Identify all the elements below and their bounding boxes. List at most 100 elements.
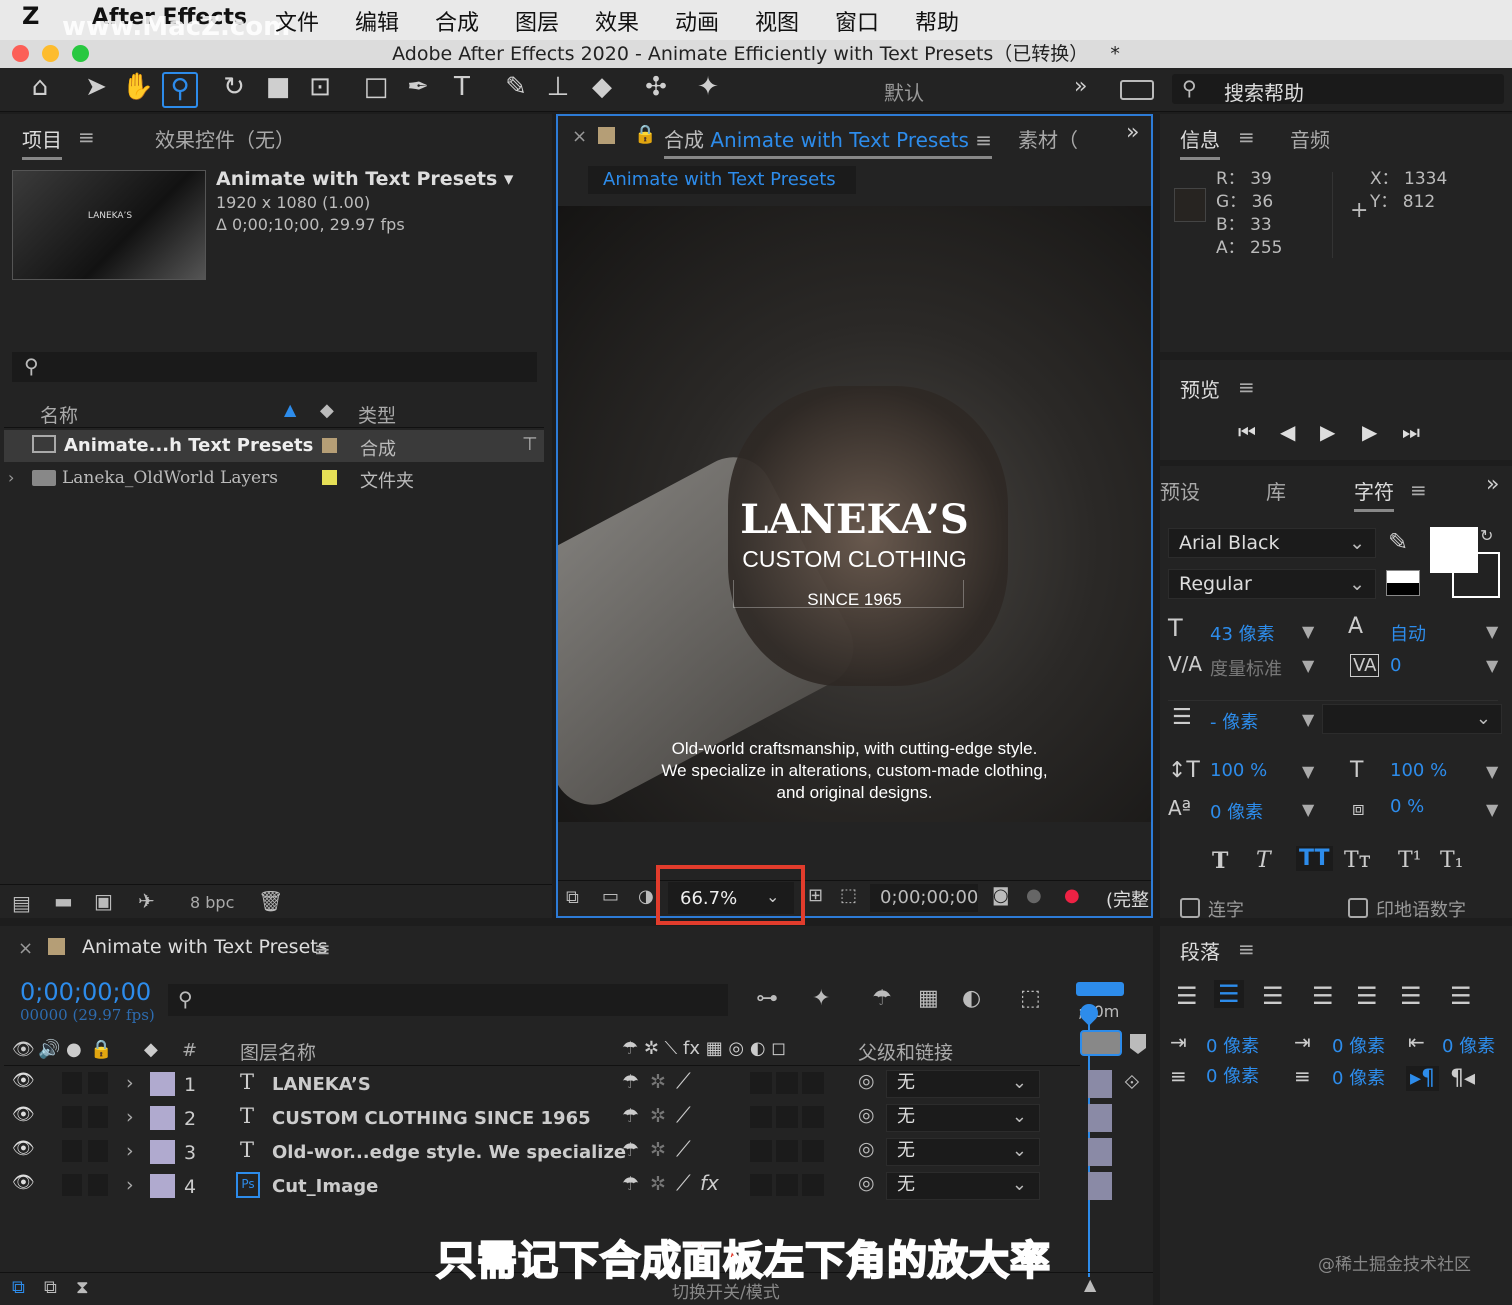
layer-switches-icon[interactable]: ⧉ [12,1277,25,1298]
indent-first-line-value[interactable]: 0 像素 [1332,1032,1385,1058]
parent-dropdown[interactable]: 无 ⌄ [886,1138,1040,1166]
show-snapshot-icon[interactable]: ● [1026,885,1042,906]
ltr-direction-icon[interactable]: ▸¶ [1406,1066,1440,1091]
label-color-swatch[interactable] [322,438,337,453]
rotate-tool-icon[interactable]: ↻ [216,72,252,102]
paragraph-menu-icon[interactable]: ≡ [1238,937,1255,961]
chevron-right-icon[interactable]: › [126,1106,134,1128]
layer-duration-bar[interactable] [1088,1138,1112,1166]
collapse-switch-icon[interactable]: ✲ [650,1173,666,1195]
interpret-footage-icon[interactable]: ▤ [12,891,31,915]
close-tab-icon[interactable]: × [572,126,587,147]
label-color-swatch[interactable] [322,470,337,485]
previous-frame-icon[interactable]: ◀ [1280,420,1295,444]
workspace-overflow-icon[interactable]: » [1074,74,1087,99]
tab-audio[interactable]: 音频 [1290,124,1330,153]
mask-visibility-icon[interactable]: ◑ [638,886,654,907]
timeline-current-time[interactable]: 0;00;00;00 [20,978,151,1006]
quality-switch-icon[interactable]: ⟋ [676,1103,691,1128]
justify-right-icon[interactable]: ☰ [1400,982,1422,1010]
selection-tool-icon[interactable]: ➤ [78,72,114,102]
work-area-bar[interactable] [1076,982,1124,996]
pan-behind-tool-icon[interactable]: ⊡ [302,72,338,102]
menu-edit[interactable]: 编辑 [355,5,399,37]
small-caps-button[interactable]: Tт [1344,848,1371,873]
first-frame-icon[interactable]: ⏮ [1238,420,1256,444]
tab-libraries[interactable]: 库 [1266,476,1286,505]
panel-overflow-icon[interactable]: » [1486,472,1499,497]
project-item-comp[interactable]: Animate...h Text Presets 合成 ⊤ [4,430,544,462]
menu-composition[interactable]: 合成 [435,5,479,37]
project-settings-icon[interactable]: ✈ [138,889,155,913]
3d-layer-switch[interactable] [802,1072,824,1094]
pen-tool-icon[interactable]: ✒ [400,72,436,102]
justify-all-icon[interactable]: ☰ [1450,982,1472,1010]
column-name[interactable]: 名称 [40,401,78,428]
workspace-settings-icon[interactable] [1120,80,1154,100]
layer-duration-bar[interactable] [1088,1104,1112,1132]
swap-colors-icon[interactable]: ↻ [1480,526,1493,545]
camera-tool-icon[interactable]: ■ [260,72,296,102]
lock-toggle[interactable] [88,1174,108,1196]
timeline-search-input[interactable]: ⚲ [168,984,728,1016]
font-style-dropdown[interactable]: Regular ⌄ [1168,569,1376,599]
parent-dropdown[interactable]: 无 ⌄ [886,1172,1040,1200]
home-icon[interactable]: ⌂ [22,72,58,102]
chevron-down-icon[interactable]: ▼ [1486,762,1498,781]
label-column-icon[interactable]: ◆ [144,1039,158,1060]
space-after-value[interactable]: 0 像素 [1332,1064,1385,1090]
character-menu-icon[interactable]: ≡ [1410,478,1427,502]
camera-snapshot-icon[interactable]: ◙ [992,885,1009,906]
timeline-layer-row[interactable]: 👁 › 4 Ps Cut_Image ☂ ✲ ⟋ fx ◎ 无 ⌄ [0,1170,1112,1204]
panel-overflow-icon[interactable]: » [1126,120,1139,145]
eye-icon[interactable]: 👁 [12,1172,35,1193]
minimize-window-button[interactable] [42,45,59,62]
transfer-controls-icon[interactable]: ⧉ [44,1277,57,1298]
kerning-value[interactable]: 度量标准 [1210,655,1282,681]
stretch-controls-icon[interactable]: ⧗ [76,1277,89,1298]
frame-blend-switch[interactable] [750,1140,772,1162]
layer-duration-bar[interactable] [1088,1172,1112,1200]
pick-whip-icon[interactable]: ◎ [858,1172,875,1194]
solo-toggle[interactable] [62,1140,82,1162]
lock-toggle[interactable] [88,1140,108,1162]
layer-name-column[interactable]: 图层名称 [240,1038,316,1065]
chevron-right-icon[interactable]: › [126,1174,134,1196]
brush-tool-icon[interactable]: ✎ [498,72,534,102]
project-search-input[interactable]: ⚲ [12,352,537,382]
roto-brush-tool-icon[interactable]: ✣ [638,72,674,102]
shy-switch-icon[interactable]: ☂ [622,1139,639,1161]
new-folder-icon[interactable]: ▬ [54,889,73,913]
eyedropper-icon[interactable]: ✎ [1388,528,1408,556]
time-navigator[interactable] [1080,1030,1122,1056]
flowchart-icon[interactable]: ⊤ [522,434,538,455]
timeline-layer-row[interactable]: 👁 › 3 T Old-wor...edge style. We specialize ☂… [0,1136,1112,1170]
eye-icon[interactable]: 👁 [12,1070,35,1091]
layer-name[interactable]: CUSTOM CLOTHING SINCE 1965 [272,1108,591,1129]
zoom-window-button[interactable] [72,45,89,62]
tab-footage[interactable]: 素材（ [1018,124,1078,153]
leading-value[interactable]: 自动 [1390,620,1426,646]
label-color-swatch[interactable] [150,1072,175,1096]
comp-viewer[interactable]: LANEKA’S CUSTOM CLOTHING SINCE 1965 Old-… [558,206,1151,822]
parent-link-column[interactable]: 父级和链接 [858,1038,953,1065]
font-size-value[interactable]: 43 像素 [1210,620,1275,646]
preview-menu-icon[interactable]: ≡ [1238,375,1255,399]
hand-tool-icon[interactable]: ✋ [120,72,156,102]
menu-help[interactable]: 帮助 [915,5,959,37]
motion-blur-switch[interactable] [776,1072,798,1094]
clone-stamp-tool-icon[interactable]: ⊥ [540,72,576,102]
tab-paragraph[interactable]: 段落 [1180,936,1220,965]
draft-3d-icon[interactable]: ✦ [812,986,830,1011]
collapse-switch-icon[interactable]: ✲ [650,1071,666,1093]
timeline-menu-icon[interactable]: ≡ [314,937,331,961]
black-white-swatch[interactable] [1386,570,1420,596]
all-caps-button[interactable]: TT [1296,846,1333,871]
rectangle-tool-icon[interactable]: □ [358,72,394,102]
collapse-switch-icon[interactable]: ✲ [650,1105,666,1127]
column-type[interactable]: 类型 [358,401,396,428]
tab-info[interactable]: 信息 [1180,124,1220,160]
space-before-value[interactable]: 0 像素 [1206,1062,1259,1088]
label-tag-icon[interactable]: ◆ [320,400,334,421]
frame-blend-switch[interactable] [750,1106,772,1128]
